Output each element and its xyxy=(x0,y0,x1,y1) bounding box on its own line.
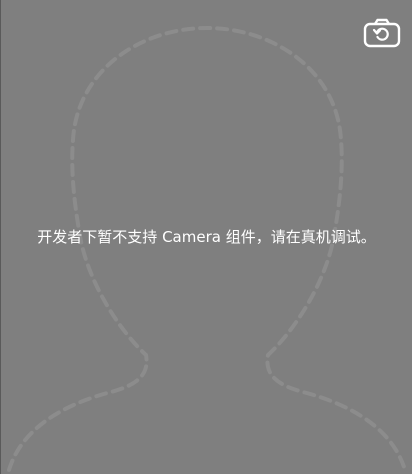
camera-preview: 开发者下暂不支持 Camera 组件，请在真机调试。 xyxy=(0,0,412,474)
camera-switch-icon xyxy=(363,18,401,48)
unsupported-message: 开发者下暂不支持 Camera 组件，请在真机调试。 xyxy=(37,228,376,246)
camera-switch-button[interactable] xyxy=(363,18,401,48)
